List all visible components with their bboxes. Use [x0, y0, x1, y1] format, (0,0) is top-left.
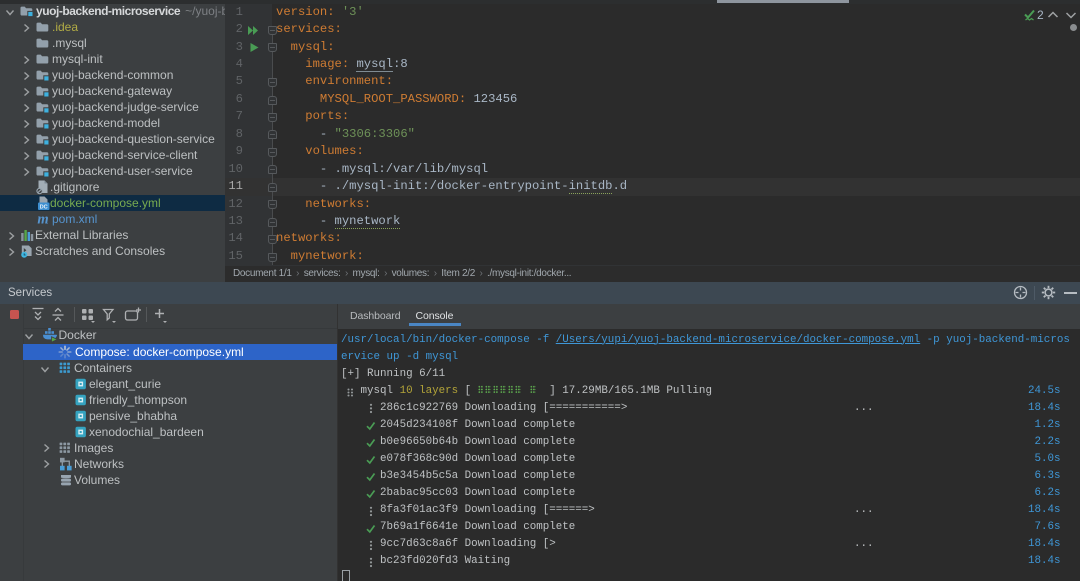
svg-text:m: m — [37, 212, 48, 228]
svg-text:DC: DC — [40, 205, 48, 211]
